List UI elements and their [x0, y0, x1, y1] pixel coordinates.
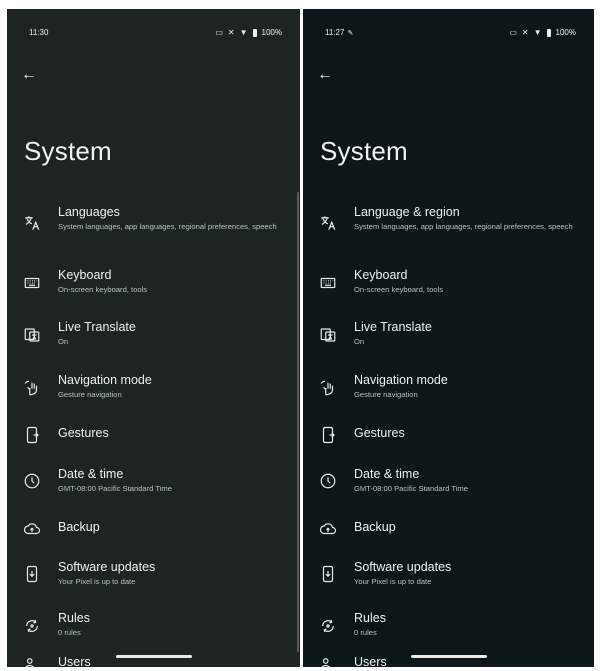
gesture-hand-icon	[23, 379, 41, 397]
status-bar: 11:30 ▭ ✕ ▼ 100%	[7, 28, 300, 42]
cast-icon: ▭	[509, 28, 517, 37]
item-summary: 0 rules	[58, 628, 81, 637]
back-arrow-icon[interactable]: ←	[317, 67, 333, 83]
page-title: System	[24, 136, 112, 166]
notification-icon: ✎	[347, 30, 354, 37]
item-label: Keyboard	[58, 268, 112, 282]
item-label: Rules	[58, 611, 90, 625]
item-label: Date & time	[58, 467, 124, 481]
item-summary: 0 rules	[354, 628, 377, 637]
settings-screen-right: 11:27 ✎ ▭ ✕ ▼ 100% ← System Language & re…	[303, 9, 594, 667]
clock-icon	[319, 472, 337, 490]
item-label: Date & time	[354, 467, 420, 481]
item-summary: GMT-08:00 Pacific Standard Time	[354, 484, 468, 493]
keyboard-icon	[319, 274, 337, 292]
phone-gesture-icon	[23, 426, 41, 444]
status-icons: ▭ ✕ ▼ 100%	[509, 28, 576, 37]
item-label: Language & region	[354, 205, 460, 219]
item-label: Live Translate	[354, 320, 432, 334]
system-update-icon	[23, 565, 41, 583]
back-arrow-icon[interactable]: ←	[21, 67, 37, 83]
item-label: Navigation mode	[354, 373, 448, 387]
vibrate-off-icon: ✕	[521, 28, 529, 37]
item-label: Software updates	[354, 560, 452, 574]
wifi-icon: ▼	[239, 28, 248, 37]
gesture-hand-icon	[319, 379, 337, 397]
battery-percent: 100%	[261, 28, 282, 37]
translate-icon	[23, 214, 41, 232]
item-summary: Gesture navigation	[354, 390, 418, 399]
status-time-text: 11:27	[325, 28, 345, 37]
gesture-handle[interactable]	[115, 655, 192, 658]
item-summary: System languages, app languages, regiona…	[58, 222, 277, 231]
item-summary: On	[58, 337, 69, 346]
battery-icon	[252, 28, 257, 37]
item-label: Software updates	[58, 560, 156, 574]
item-summary: GMT-08:00 Pacific Standard Time	[58, 484, 172, 493]
item-label: Backup	[58, 520, 100, 534]
users-icon	[23, 655, 41, 667]
battery-percent: 100%	[555, 28, 576, 37]
users-icon	[319, 655, 337, 667]
item-label: Navigation mode	[58, 373, 152, 387]
system-update-icon	[319, 565, 337, 583]
item-summary: On	[354, 337, 365, 346]
battery-icon	[546, 28, 551, 37]
phone-gesture-icon	[319, 426, 337, 444]
wifi-icon: ▼	[533, 28, 542, 37]
item-label: Gestures	[354, 426, 405, 440]
item-label: Gestures	[58, 426, 109, 440]
item-summary: System languages, app languages, regiona…	[354, 222, 573, 231]
item-label: Live Translate	[58, 320, 136, 334]
cloud-upload-icon	[23, 520, 41, 538]
keyboard-icon	[23, 274, 41, 292]
item-summary: On-screen keyboard, tools	[354, 285, 444, 294]
item-label: Backup	[354, 520, 396, 534]
live-translate-icon	[23, 326, 41, 344]
rules-icon	[319, 617, 337, 635]
item-summary: Gesture navigation	[58, 390, 122, 399]
rules-icon	[23, 617, 41, 635]
item-label: Keyboard	[354, 268, 408, 282]
item-label: Rules	[354, 611, 386, 625]
gesture-handle[interactable]	[410, 655, 487, 658]
item-summary: On-screen keyboard, tools	[58, 285, 148, 294]
item-summary: Your Pixel is up to date	[354, 577, 432, 586]
cloud-upload-icon	[319, 520, 337, 538]
item-label: Languages	[58, 205, 120, 219]
status-icons: ▭ ✕ ▼ 100%	[215, 28, 282, 37]
status-time: 11:30	[29, 28, 49, 37]
status-time: 11:27 ✎	[325, 28, 353, 37]
cast-icon: ▭	[215, 28, 223, 37]
clock-icon	[23, 472, 41, 490]
live-translate-icon	[319, 326, 337, 344]
page-title: System	[320, 136, 408, 166]
scrollbar[interactable]	[297, 192, 299, 652]
item-summary: Your Pixel is up to date	[58, 577, 136, 586]
settings-screen-left: 11:30 ▭ ✕ ▼ 100% ← System Languages Syste…	[7, 9, 300, 667]
status-bar: 11:27 ✎ ▭ ✕ ▼ 100%	[303, 28, 594, 42]
translate-icon	[319, 214, 337, 232]
vibrate-off-icon: ✕	[227, 28, 235, 37]
